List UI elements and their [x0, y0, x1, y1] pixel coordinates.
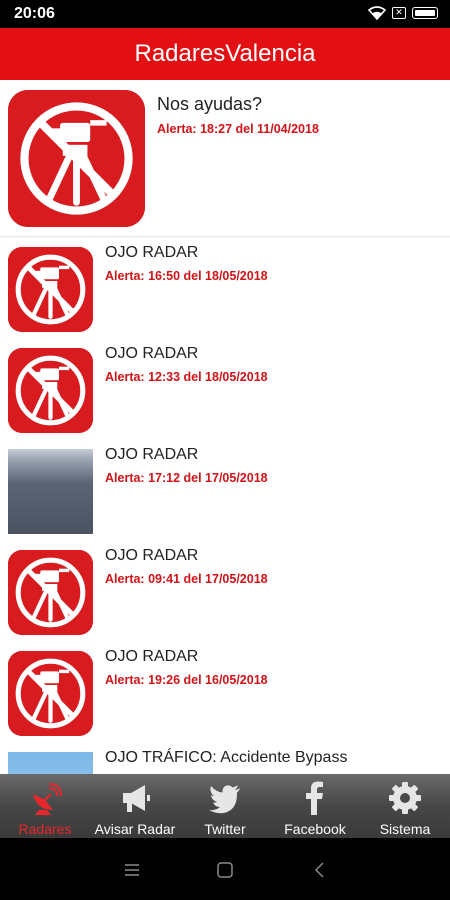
app-bar: RadaresValencia [0, 28, 450, 80]
item-alert-time: Alerta: 18:27 del 11/04/2018 [157, 122, 319, 136]
item-title: OJO RADAR [105, 345, 199, 362]
status-icons: ✕ [368, 6, 438, 20]
item-alert-time: Alerta: 19:26 del 16/05/2018 [105, 673, 268, 687]
tab-sistema[interactable]: Sistema [360, 774, 450, 838]
wifi-icon [368, 6, 386, 20]
megaphone-icon [123, 785, 150, 812]
back-icon[interactable] [310, 860, 330, 880]
item-alert-time: Alerta: 16:50 del 18/05/2018 [105, 269, 268, 283]
tab-label: Facebook [284, 821, 346, 837]
item-alert-time: Alerta: 12:33 del 18/05/2018 [105, 370, 268, 384]
item-title: OJO TRÁFICO: Accidente Bypass [105, 749, 348, 766]
list-item[interactable]: OJO RADAR Alerta: 16:50 del 18/05/2018 [0, 237, 450, 338]
list-item[interactable]: OJO RADAR Alerta: 09:41 del 17/05/2018 [0, 540, 450, 641]
tab-label: Twitter [204, 821, 246, 837]
tab-radares[interactable]: Radares [0, 774, 90, 838]
list-item[interactable]: OJO TRÁFICO: Accidente Bypass [0, 742, 450, 774]
no-radar-icon [8, 348, 93, 433]
item-title: OJO RADAR [105, 547, 199, 564]
item-alert-time: Alerta: 17:12 del 17/05/2018 [105, 471, 268, 485]
no-radar-icon [8, 247, 93, 332]
app-title: RadaresValencia [134, 40, 316, 67]
sky-photo [8, 752, 93, 774]
list-item[interactable]: OJO RADAR Alerta: 19:26 del 16/05/2018 [0, 641, 450, 742]
list-item[interactable]: Nos ayudas? Alerta: 18:27 del 11/04/2018 [0, 80, 450, 237]
home-icon[interactable] [215, 860, 235, 880]
item-title: OJO RADAR [105, 648, 199, 665]
tab-label: Sistema [379, 821, 431, 837]
list-item[interactable]: OJO RADAR Alerta: 12:33 del 18/05/2018 [0, 338, 450, 439]
status-bar: 20:06 ✕ [0, 0, 450, 28]
tab-label: Avisar Radar [94, 821, 176, 837]
status-time: 20:06 [14, 5, 55, 22]
menu-icon[interactable] [122, 860, 142, 880]
system-nav-bar [0, 838, 450, 900]
tab-avisar-radar[interactable]: Avisar Radar [90, 774, 180, 838]
tab-facebook[interactable]: Facebook [270, 774, 360, 838]
no-radar-icon [8, 550, 93, 635]
sim-x-icon: ✕ [392, 7, 406, 19]
tab-bar: Radares Avisar Radar Twitter Facebook Si… [0, 774, 450, 838]
tab-twitter[interactable]: Twitter [180, 774, 270, 838]
list-item[interactable]: OJO RADAR Alerta: 17:12 del 17/05/2018 [0, 439, 450, 540]
no-radar-icon [8, 90, 145, 227]
item-alert-time: Alerta: 09:41 del 17/05/2018 [105, 572, 268, 586]
tab-label: Radares [18, 821, 72, 837]
facebook-f-icon [306, 781, 323, 815]
gear-icon [389, 782, 421, 814]
item-title: Nos ayudas? [157, 94, 263, 114]
battery-icon [412, 7, 438, 19]
twitter-bird-icon [209, 785, 240, 814]
road-photo [8, 449, 93, 534]
radar-dish-icon [33, 783, 62, 815]
no-radar-icon [8, 651, 93, 736]
alert-feed[interactable]: Nos ayudas? Alerta: 18:27 del 11/04/2018… [0, 80, 450, 774]
item-title: OJO RADAR [105, 446, 199, 463]
item-title: OJO RADAR [105, 244, 199, 261]
